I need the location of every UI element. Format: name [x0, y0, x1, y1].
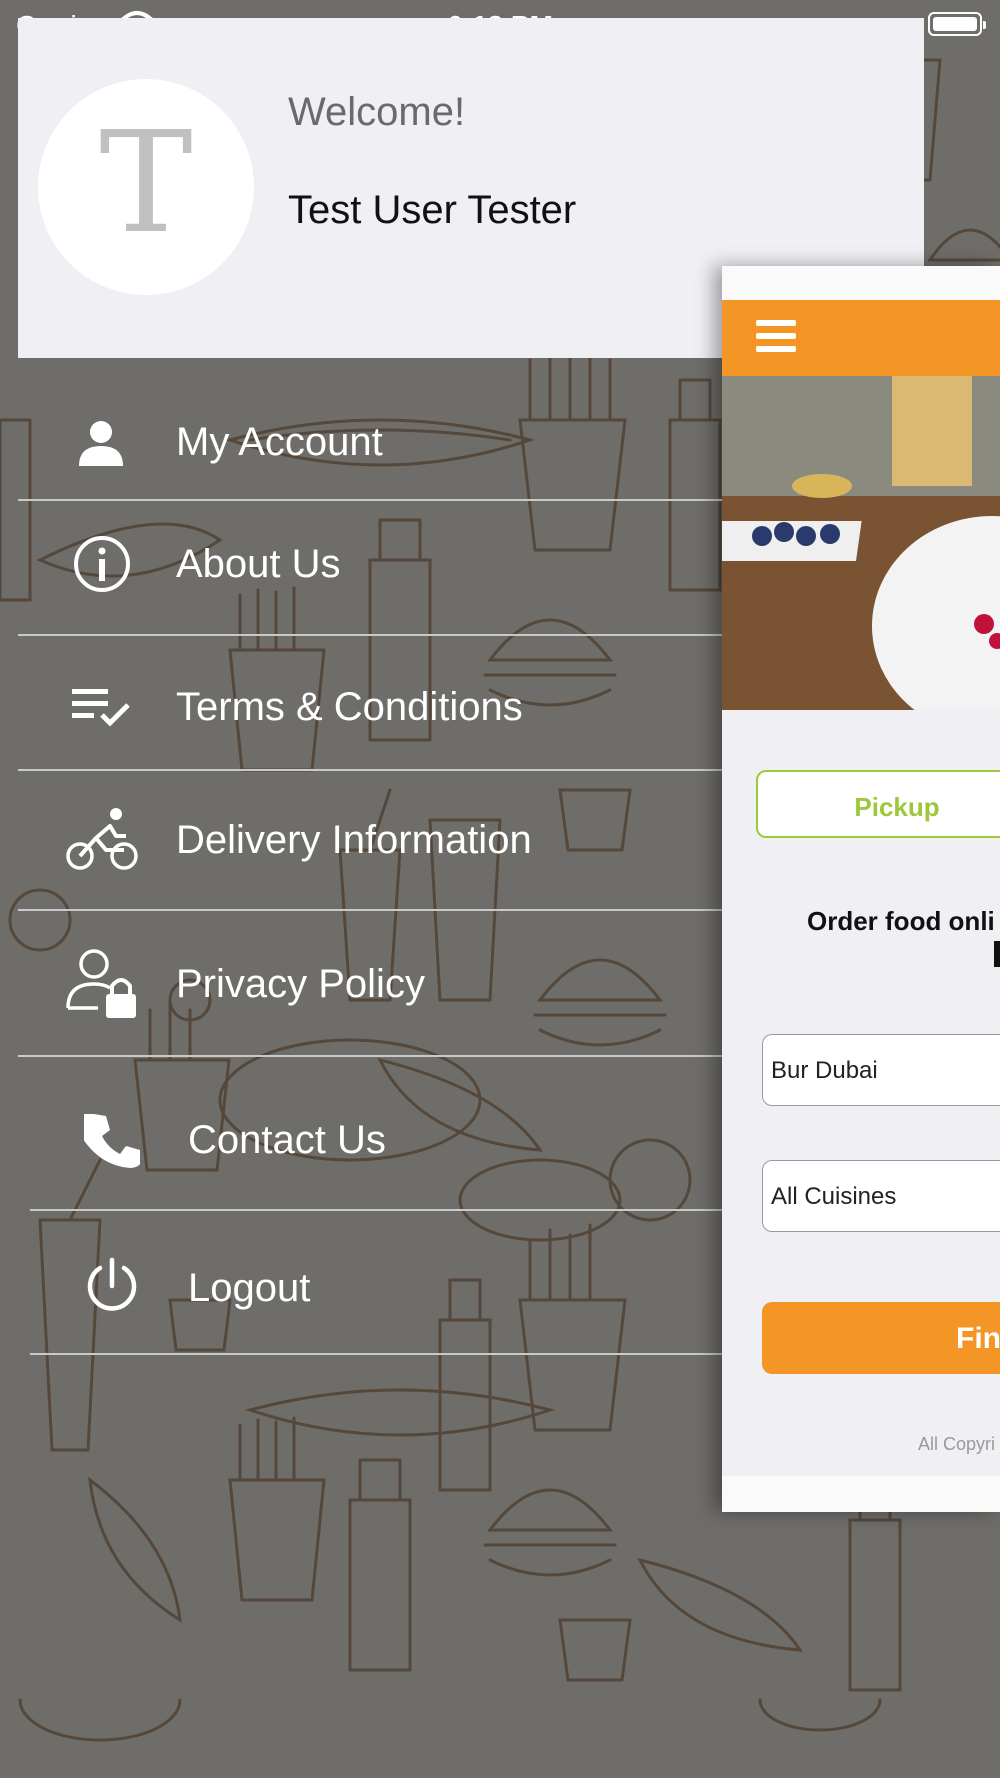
phone-icon [84, 1114, 140, 1168]
user-name: Test User Tester [288, 188, 577, 232]
menu-divider [18, 769, 724, 771]
copyright-text: All Copyri [918, 1434, 996, 1454]
cyclist-icon [66, 808, 138, 870]
power-icon [87, 1257, 137, 1311]
main-screen-panel[interactable]: Pickup Order food onli Bur Dubai All Cui… [722, 266, 1000, 1512]
menu-divider [18, 499, 724, 501]
find-label: Fin [956, 1322, 1000, 1355]
tagline-text: Order food onli [807, 906, 995, 936]
menu-divider [18, 1055, 724, 1057]
find-button[interactable]: Fin [762, 1302, 1000, 1374]
menu-item-contact-us[interactable]: Contact Us [18, 1066, 724, 1206]
menu-item-terms-conditions[interactable]: Terms & Conditions [18, 645, 724, 765]
checklist-icon [72, 689, 130, 727]
panel-bottom-strip [722, 1476, 1000, 1512]
pickup-label: Pickup [854, 792, 940, 822]
menu-label: Privacy Policy [176, 962, 425, 1006]
avatar: T [38, 79, 254, 295]
menu-divider [30, 1209, 724, 1211]
menu-divider [30, 1353, 724, 1355]
menu-item-delivery-information[interactable]: Delivery Information [18, 780, 724, 910]
menu-item-privacy-policy[interactable]: Privacy Policy [18, 920, 724, 1052]
menu-item-logout[interactable]: Logout [18, 1220, 724, 1350]
cuisine-select[interactable]: All Cuisines [762, 1160, 1000, 1232]
user-lock-icon [66, 949, 136, 1018]
pickup-button[interactable]: Pickup [756, 770, 1000, 838]
cuisine-value: All Cuisines [771, 1183, 897, 1210]
menu-divider [18, 909, 724, 911]
menu-label: Contact Us [188, 1118, 386, 1162]
navigation-bar [722, 300, 1000, 376]
panel-status-strip [722, 266, 1000, 300]
battery-icon [928, 12, 986, 36]
avatar-initial: T [99, 102, 193, 265]
welcome-text: Welcome! [288, 90, 466, 134]
menu-label: Logout [188, 1266, 311, 1310]
info-icon [74, 536, 130, 592]
menu-label: Delivery Information [176, 818, 532, 862]
tagline-text-continued [994, 941, 1000, 967]
menu-label: My Account [176, 420, 383, 464]
menu-item-about-us[interactable]: About Us [18, 510, 724, 630]
location-value: Bur Dubai [771, 1057, 878, 1084]
person-icon [79, 421, 123, 466]
menu-divider [18, 634, 724, 636]
location-select[interactable]: Bur Dubai [762, 1034, 1000, 1106]
menu-item-my-account[interactable]: My Account [18, 400, 724, 500]
hamburger-menu-icon[interactable] [756, 320, 796, 354]
menu-label: About Us [176, 542, 341, 586]
hero-food-image [722, 376, 1000, 710]
menu-label: Terms & Conditions [176, 685, 523, 729]
